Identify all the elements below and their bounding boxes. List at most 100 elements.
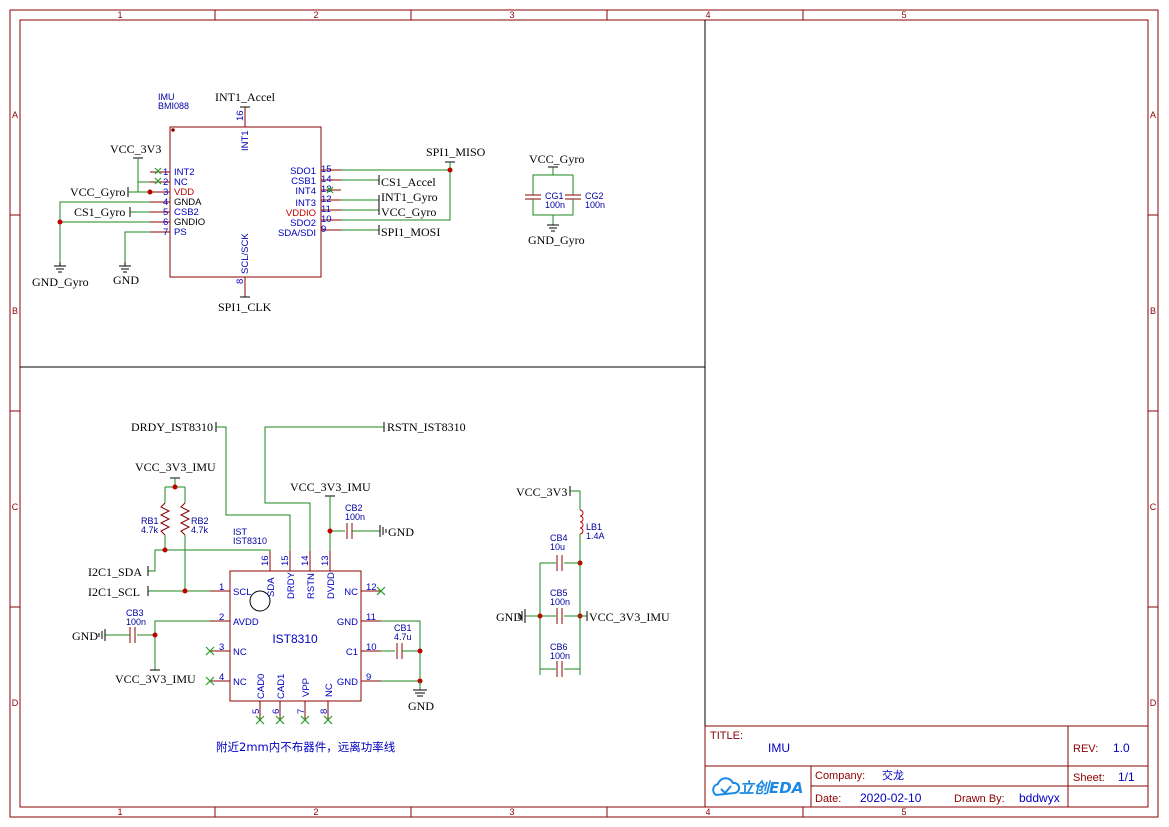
pin-ps-name: PS <box>174 227 187 238</box>
ist-pin-gnd11-name: GND <box>337 617 358 628</box>
sheet-value: 1/1 <box>1118 770 1135 784</box>
pin-sclsck-name: SCL/SCK <box>240 233 251 274</box>
ist-pin-nc8-name: NC <box>324 683 335 697</box>
net-vcc-gyro: VCC_Gyro <box>70 185 125 199</box>
rev-label: REV: <box>1073 743 1098 755</box>
lc-filter: VCC_3V3 LB1 1.4A GND VCC_3V3_IMU CB4 10u… <box>496 485 670 677</box>
net-gnd-gyro-caps: GND_Gyro <box>528 233 585 247</box>
cb6-value: 100n <box>550 651 570 661</box>
frame-row-c: C <box>12 502 19 512</box>
ist8310-section: IST8310 IST IST8310 1 2 3 4 SCL AVDD NC … <box>72 420 466 754</box>
nc-marker <box>205 646 215 686</box>
frame-col-3: 3 <box>509 10 514 20</box>
cg1-value: 100n <box>545 200 565 210</box>
net-spi1-miso: SPI1_MISO <box>426 145 486 159</box>
bmi088-section: IMU BMI088 INT1_Accel 16 INT1 SPI1_CLK 8… <box>32 90 486 314</box>
ist-value: IST8310 <box>233 536 267 546</box>
net-int1-gyro: INT1_Gyro <box>381 190 438 204</box>
ist-pin-nc12-name: NC <box>344 587 358 598</box>
rb2-value: 4.7k <box>191 525 209 535</box>
title-value: IMU <box>768 741 790 755</box>
frame-row-a: A <box>12 110 18 120</box>
nc-marker <box>255 715 333 725</box>
frame-row-a-right: A <box>1150 110 1156 120</box>
sheet-label: Sheet: <box>1073 772 1105 784</box>
bmi088-left-pins: 1 2 3 4 5 6 7 INT2 NC VDD GNDA CSB2 GNDI… <box>150 167 205 238</box>
ist-pin-vpp-name: VPP <box>301 678 312 697</box>
ist-pin-10-num: 10 <box>366 642 377 653</box>
pin-sdasdi-name: SDA/SDI <box>278 228 316 239</box>
rev-value: 1.0 <box>1113 741 1130 755</box>
frame-col-2: 2 <box>313 10 318 20</box>
cb1-value: 4.7u <box>394 632 412 642</box>
net-vcc-3v3-imu-bot: VCC_3V3_IMU <box>115 672 196 686</box>
ist-pin-1-num: 1 <box>219 582 224 593</box>
net-spi1-clk: SPI1_CLK <box>218 300 272 314</box>
ist-pin-2-num: 2 <box>219 612 224 623</box>
net-gnd: GND <box>113 273 139 287</box>
net-spi1-mosi: SPI1_MOSI <box>381 225 440 239</box>
net-drdy-ist8310: DRDY_IST8310 <box>131 420 213 434</box>
pin-8-num: 8 <box>235 279 246 284</box>
schematic-sheet: 1 2 3 4 5 1 2 3 4 5 A B C D A B C D IMU … <box>9 9 1159 818</box>
ist-pin-c1-name: C1 <box>346 647 358 658</box>
net-gnd-gyro: GND_Gyro <box>32 275 89 289</box>
date-label: Date: <box>815 793 841 805</box>
ist-pin-14-num: 14 <box>300 555 311 566</box>
net-vcc-gyro-right: VCC_Gyro <box>381 205 436 219</box>
ist-pin-sda-name: SDA <box>266 577 277 597</box>
bmi088-right-pins: 15 14 13 12 11 10 9 SDO1 CSB1 INT4 INT3 … <box>278 164 341 239</box>
frame-col-5-bottom: 5 <box>901 807 906 817</box>
frame-row-b-right: B <box>1150 306 1156 316</box>
cloud-icon <box>712 777 741 797</box>
ist-pin-drdy-name: DRDY <box>286 571 297 599</box>
net-i2c1-scl: I2C1_SCL <box>88 585 140 599</box>
ist-pin-cad1-name: CAD1 <box>276 674 287 699</box>
net-int1-accel: INT1_Accel <box>215 90 276 104</box>
company-label: Company: <box>815 770 865 782</box>
frame-row-c-right: C <box>1150 502 1157 512</box>
pin-7-num: 7 <box>163 227 168 238</box>
net-vcc-3v3-imu-mid: VCC_3V3_IMU <box>290 480 371 494</box>
net-gnd-filter: GND <box>496 610 522 624</box>
frame-col-3-bottom: 3 <box>509 807 514 817</box>
net-rstn-ist8310: RSTN_IST8310 <box>387 420 466 434</box>
company-value: 交龙 <box>882 768 904 782</box>
frame-col-5: 5 <box>901 10 906 20</box>
ist-pin-6-num: 6 <box>271 709 282 714</box>
rb1-value: 4.7k <box>141 525 159 535</box>
cb3-value: 100n <box>126 617 146 627</box>
ist-pin-5-num: 5 <box>251 709 262 714</box>
net-vcc-3v3-filter: VCC_3V3 <box>516 485 567 499</box>
pin-16-num: 16 <box>235 110 246 121</box>
net-cs1-gyro: CS1_Gyro <box>74 205 125 219</box>
net-gnd-cb2: GND <box>388 525 414 539</box>
ist-pin-13-num: 13 <box>320 555 331 566</box>
ist-pin-3-num: 3 <box>219 642 224 653</box>
net-vcc-3v3: VCC_3V3 <box>110 142 161 156</box>
ist-pin-15-num: 15 <box>280 555 291 566</box>
ist-pin-4-num: 4 <box>219 672 224 683</box>
ist-pin-gnd9-name: GND <box>337 677 358 688</box>
frame-col-4: 4 <box>705 10 710 20</box>
frame-col-1-bottom: 1 <box>117 807 122 817</box>
ist-pin-avdd-name: AVDD <box>233 617 259 628</box>
date-value: 2020-02-10 <box>860 791 922 805</box>
ist-pin-dvdd-name: DVDD <box>326 572 337 599</box>
ist8310-center-label: IST8310 <box>272 632 318 646</box>
net-vcc-3v3-imu-top: VCC_3V3_IMU <box>135 460 216 474</box>
cb5-value: 100n <box>550 597 570 607</box>
title-block: TITLE: IMU REV: 1.0 Company: 交龙 Sheet: 1… <box>704 725 1149 808</box>
cg2-value: 100n <box>585 200 605 210</box>
ist-pin-scl-name: SCL <box>233 587 251 598</box>
bmi088-left-wiring: VCC_3V3 VCC_Gyro CS1_Gyro GND_Gyro GND <box>32 142 161 289</box>
ist-pin-cad0-name: CAD0 <box>256 674 267 699</box>
gnd-symbol <box>119 262 131 273</box>
ist-pin-7-num: 7 <box>296 709 307 714</box>
logo-text: 立创EDA <box>739 779 803 797</box>
ist-pin-nc4-name: NC <box>233 677 247 688</box>
cb2-value: 100n <box>345 512 365 522</box>
lb1-value: 1.4A <box>586 531 605 541</box>
cb4-value: 10u <box>550 542 565 552</box>
pin-int4-name: INT4 <box>295 186 316 197</box>
